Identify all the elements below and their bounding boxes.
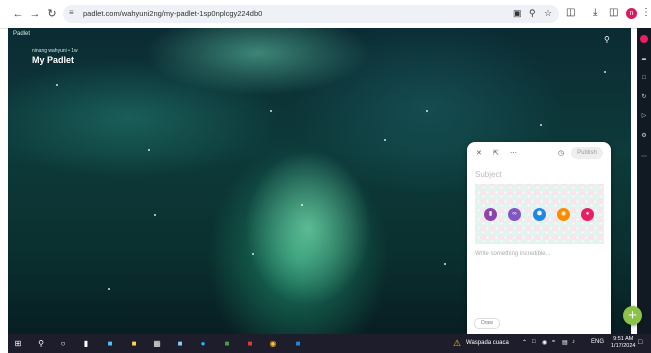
- powerpoint-icon[interactable]: ■: [244, 338, 256, 349]
- menu-icon[interactable]: ⋮: [641, 7, 651, 18]
- volume-icon[interactable]: ♪: [572, 339, 575, 345]
- video-icon[interactable]: ●: [581, 208, 594, 221]
- search-icon[interactable]: ⚲: [604, 35, 610, 44]
- site-info-icon[interactable]: ≡: [69, 8, 74, 17]
- language-indicator[interactable]: ENG: [591, 339, 604, 345]
- share-icon[interactable]: ➦: [639, 55, 649, 65]
- notes-icon[interactable]: □: [532, 339, 536, 345]
- notification-icon[interactable]: □: [638, 339, 642, 346]
- body-input[interactable]: Write something incredible...: [475, 251, 551, 257]
- network-icon[interactable]: ◉: [542, 339, 547, 346]
- page-title: My Padlet: [32, 55, 75, 65]
- clock-time: 9:51 AM: [613, 336, 634, 342]
- store-icon[interactable]: ■: [174, 338, 186, 349]
- star: [426, 110, 428, 112]
- taskbar: ⊞ ⚲ ○ ▮ ■ ■ ▦ ■ ● ■ ■ ◉ ■ ⚠ Waspada cuac…: [8, 334, 651, 353]
- comment-icon[interactable]: □: [639, 73, 649, 83]
- windows-start-icon[interactable]: ⊞: [12, 338, 24, 349]
- extensions-icon[interactable]: ◫: [566, 7, 575, 18]
- file-explorer-icon[interactable]: ■: [128, 338, 140, 349]
- battery-icon[interactable]: ▤: [562, 339, 568, 346]
- star: [444, 263, 446, 265]
- close-icon[interactable]: ✕: [476, 149, 482, 157]
- edge-icon[interactable]: ●: [197, 338, 209, 349]
- padlet-logo[interactable]: Padlet: [13, 31, 30, 37]
- clock[interactable]: 9:51 AM 1/17/2024: [611, 336, 635, 350]
- word-icon[interactable]: ■: [292, 338, 304, 349]
- edge-legacy-icon[interactable]: ■: [104, 338, 116, 349]
- avatar[interactable]: [640, 35, 648, 43]
- star: [154, 214, 156, 216]
- url-text[interactable]: padlet.com/wahyuni2ng/my-padlet-1sp0nplc…: [83, 9, 262, 18]
- add-post-button[interactable]: +: [623, 306, 642, 325]
- draw-button[interactable]: Draw: [474, 318, 500, 329]
- address-bar[interactable]: ≡ padlet.com/wahyuni2ng/my-padlet-1sp0np…: [63, 5, 559, 23]
- zoom-icon[interactable]: ⚲: [529, 8, 536, 19]
- wifi-icon[interactable]: ≈: [552, 339, 555, 345]
- star: [270, 110, 272, 112]
- excel-icon[interactable]: ■: [221, 338, 233, 349]
- subject-input[interactable]: Subject: [475, 170, 502, 179]
- publish-button[interactable]: Publish: [571, 147, 603, 159]
- browser-toolbar: ← → ↻ ≡ padlet.com/wahyuni2ng/my-padlet-…: [0, 0, 651, 29]
- chrome-icon[interactable]: ◉: [267, 338, 279, 349]
- right-toolbar: ➦ □ ↻ ▷ ⚙ ⋯: [637, 28, 651, 334]
- shape-icon[interactable]: ⬢: [533, 208, 546, 221]
- install-app-icon[interactable]: ▣: [513, 8, 522, 19]
- star: [108, 288, 110, 290]
- star: [252, 253, 254, 255]
- cortana-icon[interactable]: ○: [57, 338, 69, 349]
- breadcrumb: ninang wahyuni • 1w: [32, 48, 78, 54]
- warning-icon[interactable]: ⚠: [453, 338, 461, 349]
- weather-widget[interactable]: Waspada cuaca: [466, 340, 509, 346]
- notepad-icon[interactable]: ▦: [151, 338, 163, 349]
- slideshow-icon[interactable]: ▷: [639, 111, 649, 121]
- star: [540, 124, 542, 126]
- expand-icon[interactable]: ⇱: [493, 149, 499, 157]
- link-icon[interactable]: ∞: [508, 208, 521, 221]
- reload-icon[interactable]: ↻: [45, 7, 59, 21]
- schedule-icon[interactable]: ◷: [558, 149, 564, 157]
- side-panel-icon[interactable]: ◫: [609, 7, 618, 18]
- star: [56, 84, 58, 86]
- star: [301, 204, 303, 206]
- remix-icon[interactable]: ↻: [639, 92, 649, 102]
- more-icon[interactable]: ⋯: [639, 152, 649, 162]
- settings-icon[interactable]: ⚙: [639, 131, 649, 141]
- search-icon[interactable]: ⚲: [35, 338, 47, 349]
- chevron-up-icon[interactable]: ⌃: [522, 339, 527, 346]
- bookmark-star-icon[interactable]: ☆: [544, 8, 552, 19]
- back-arrow-icon[interactable]: ←: [11, 7, 25, 21]
- profile-avatar[interactable]: n: [626, 8, 637, 19]
- task-view-icon[interactable]: ▮: [80, 338, 92, 349]
- star: [384, 139, 386, 141]
- download-icon[interactable]: ⤓: [593, 7, 597, 18]
- forward-arrow-icon[interactable]: →: [28, 7, 42, 21]
- post-composer: ✕ ⇱ ⋯ ◷ Publish Subject ▮ ∞ ⬢ ◉ ● Write …: [467, 142, 611, 334]
- clock-date: 1/17/2024: [611, 343, 636, 349]
- camera-icon[interactable]: ◉: [557, 208, 570, 221]
- file-icon[interactable]: ▮: [484, 208, 497, 221]
- more-options-icon[interactable]: ⋯: [510, 149, 517, 157]
- star: [148, 149, 150, 151]
- star: [604, 71, 606, 73]
